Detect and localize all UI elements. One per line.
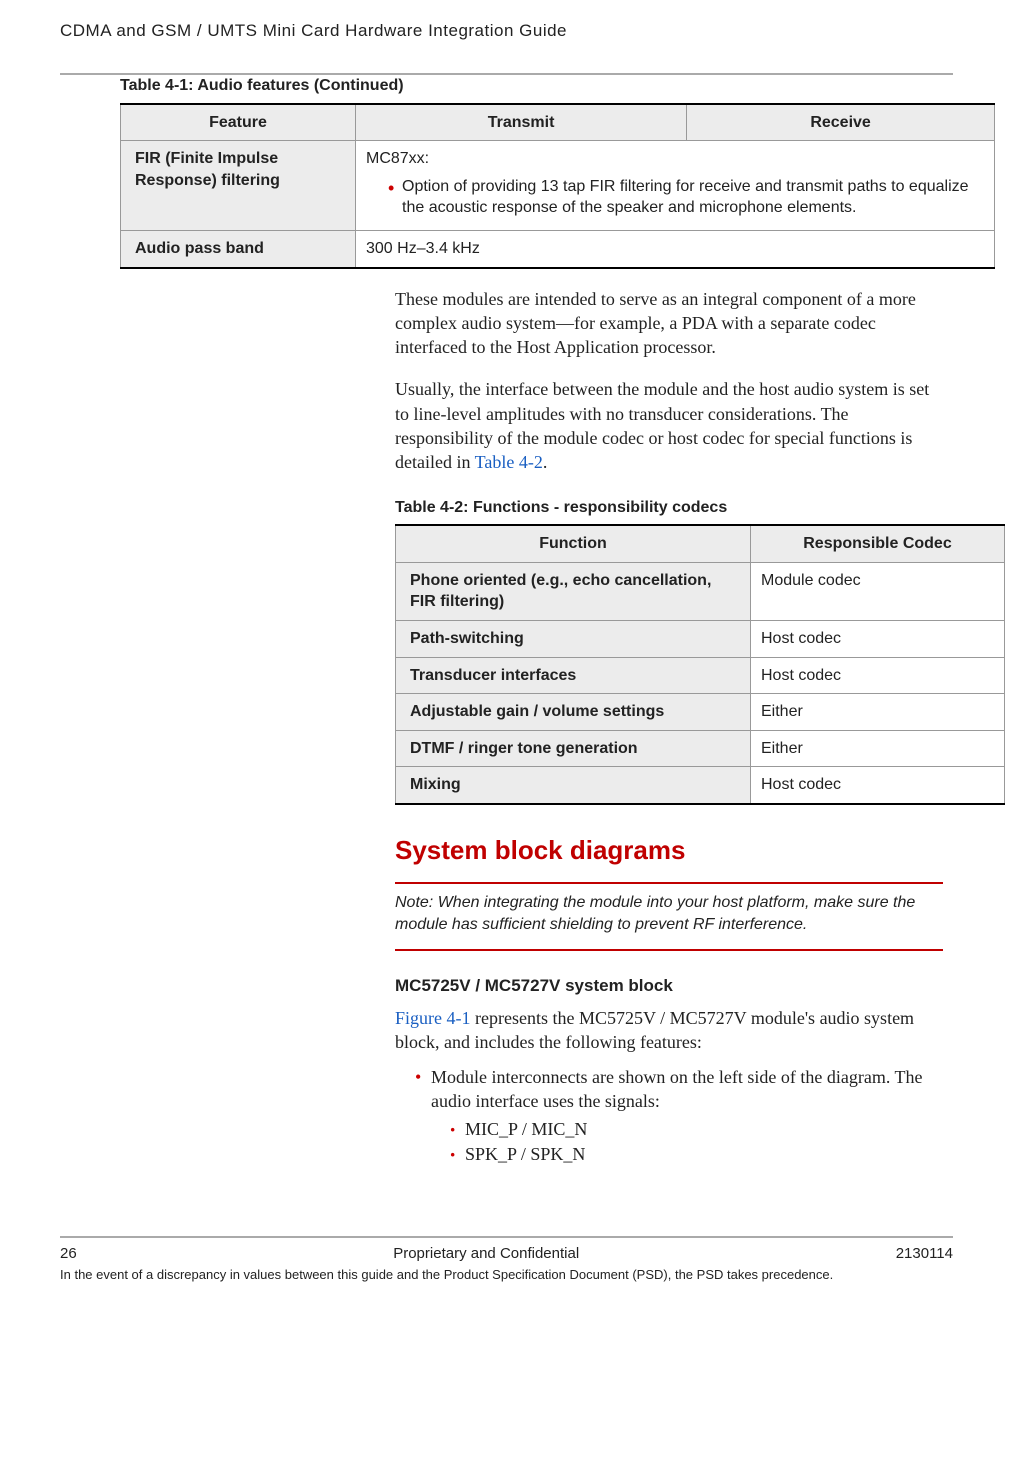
table-row: FIR (Finite Impulse Response) filtering … xyxy=(121,141,995,231)
func-dtmf: DTMF / ringer tone generation xyxy=(396,730,751,767)
table-row: DTMF / ringer tone generation Either xyxy=(396,730,1005,767)
paragraph-1: These modules are intended to serve as a… xyxy=(395,287,943,360)
table-4-2: Function Responsible Codec Phone oriente… xyxy=(395,524,1005,805)
bullet-module-interconnects: Module interconnects are shown on the le… xyxy=(415,1065,943,1166)
paragraph-2: Usually, the interface between the modul… xyxy=(395,377,943,474)
func-mix: Mixing xyxy=(396,767,751,804)
table-row: Transducer interfaces Host codec xyxy=(396,657,1005,694)
codec-mix: Host codec xyxy=(751,767,1005,804)
table-4-1: Feature Transmit Receive FIR (Finite Imp… xyxy=(120,103,995,269)
page-footer: 26 Proprietary and Confidential 2130114 xyxy=(60,1244,953,1264)
func-path: Path-switching xyxy=(396,620,751,657)
table-row: Path-switching Host codec xyxy=(396,620,1005,657)
codec-gain: Either xyxy=(751,694,1005,731)
codec-trans: Host codec xyxy=(751,657,1005,694)
row-fir-feature: FIR (Finite Impulse Response) filtering xyxy=(121,141,356,231)
table-row: Phone oriented (e.g., echo cancellation,… xyxy=(396,562,1005,620)
table-4-2-link[interactable]: Table 4-2 xyxy=(475,452,543,472)
fir-line1: MC87xx: xyxy=(366,150,429,167)
footer-note: In the event of a discrepancy in values … xyxy=(60,1266,953,1284)
codec-path: Host codec xyxy=(751,620,1005,657)
bullet-module-text: Module interconnects are shown on the le… xyxy=(431,1067,923,1111)
codec-phone: Module codec xyxy=(751,562,1005,620)
fir-bullet: Option of providing 13 tap FIR filtering… xyxy=(388,176,984,219)
col-function: Function xyxy=(396,525,751,562)
row-passband-feature: Audio pass band xyxy=(121,230,356,267)
row-fir-value: MC87xx: Option of providing 13 tap FIR f… xyxy=(356,141,995,231)
signal-spk: SPK_P / SPK_N xyxy=(449,1142,943,1166)
func-gain: Adjustable gain / volume settings xyxy=(396,694,751,731)
footer-center: Proprietary and Confidential xyxy=(393,1244,579,1264)
func-phone: Phone oriented (e.g., echo cancellation,… xyxy=(396,562,751,620)
func-trans: Transducer interfaces xyxy=(396,657,751,694)
table-row: Mixing Host codec xyxy=(396,767,1005,804)
figure-4-1-link[interactable]: Figure 4-1 xyxy=(395,1008,471,1028)
codec-dtmf: Either xyxy=(751,730,1005,767)
col-feature: Feature xyxy=(121,104,356,141)
note-shielding: Note: When integrating the module into y… xyxy=(395,892,943,935)
col-receive: Receive xyxy=(687,104,995,141)
footer-right: 2130114 xyxy=(896,1244,953,1264)
footer-rule xyxy=(60,1236,953,1238)
heading-system-block: System block diagrams xyxy=(395,833,943,868)
col-codec: Responsible Codec xyxy=(751,525,1005,562)
page-number: 26 xyxy=(60,1244,77,1264)
row-passband-value: 300 Hz–3.4 kHz xyxy=(356,230,995,267)
table-row: Adjustable gain / volume settings Either xyxy=(396,694,1005,731)
table-row: Audio pass band 300 Hz–3.4 kHz xyxy=(121,230,995,267)
signal-mic: MIC_P / MIC_N xyxy=(449,1117,943,1141)
page-header: CDMA and GSM / UMTS Mini Card Hardware I… xyxy=(60,20,953,43)
table-4-2-title: Table 4-2: Functions - responsibility co… xyxy=(395,497,943,519)
paragraph-2b: . xyxy=(543,452,548,472)
figure-4-1-text: represents the MC5725V / MC5727V module'… xyxy=(395,1008,914,1052)
table-4-1-title: Table 4-1: Audio features (Continued) xyxy=(120,75,953,97)
figure-intro: Figure 4-1 represents the MC5725V / MC57… xyxy=(395,1006,943,1055)
rule-top xyxy=(395,882,943,884)
rule-bottom xyxy=(395,949,943,951)
col-transmit: Transmit xyxy=(356,104,687,141)
heading-mc5725v: MC5725V / MC5727V system block xyxy=(395,975,943,998)
